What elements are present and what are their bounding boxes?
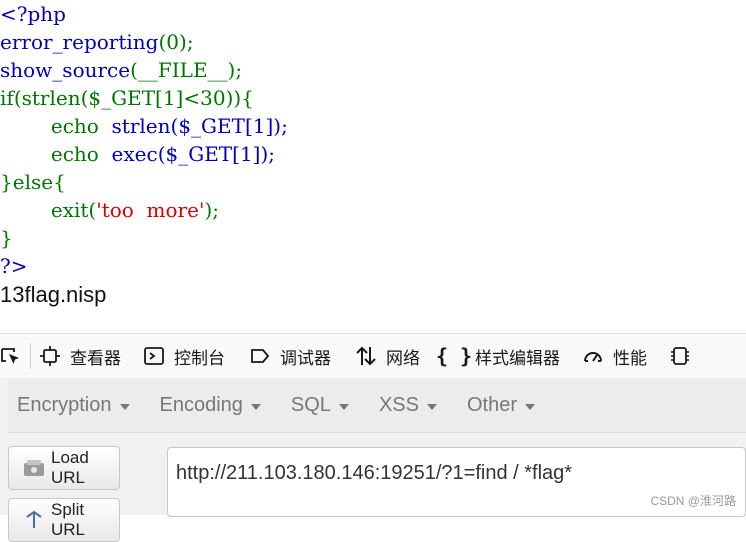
menu-encryption[interactable]: Encryption — [8, 394, 139, 417]
tab-network[interactable]: 网络 — [355, 334, 420, 378]
split-url-button[interactable]: Split URL — [8, 498, 120, 542]
code-line: error_reporting(0); — [0, 30, 194, 54]
tab-performance[interactable]: 性能 — [582, 334, 647, 378]
memory-icon — [669, 345, 691, 367]
php-source-code: <?php error_reporting(0); show_source(__… — [0, 0, 746, 280]
tab-label: 样式编辑器 — [475, 348, 560, 369]
split-url-label: Split URL — [51, 500, 86, 539]
load-url-icon — [23, 458, 45, 478]
hackbar-panel: Encryption Encoding SQL XSS Other Load U… — [0, 378, 746, 542]
toolbar-divider — [30, 343, 31, 369]
menu-encoding[interactable]: Encoding — [151, 394, 270, 417]
caret-down-icon — [338, 403, 349, 410]
code-line: show_source(__FILE__); — [0, 58, 243, 82]
code-line: } — [0, 226, 13, 250]
tab-label: 调试器 — [280, 348, 331, 369]
tab-label: 控制台 — [174, 348, 225, 369]
code-line: if(strlen($_GET[1]<30)){ — [0, 86, 254, 110]
style-editor-icon: { } — [435, 344, 473, 368]
code-line: <?php — [0, 2, 66, 26]
tab-label: 性能 — [613, 348, 647, 369]
code-line: echo strlen($_GET[1]); — [50, 114, 288, 138]
inspector-icon — [39, 345, 61, 367]
hackbar-menubar: Encryption Encoding SQL XSS Other — [8, 378, 746, 433]
caret-down-icon — [119, 403, 130, 410]
tab-memory[interactable] — [669, 334, 700, 378]
menu-xss[interactable]: XSS — [370, 394, 446, 417]
menu-sql[interactable]: SQL — [282, 394, 358, 417]
tab-debugger[interactable]: 调试器 — [249, 334, 331, 378]
tab-console[interactable]: 控制台 — [143, 334, 225, 378]
debugger-icon — [249, 345, 271, 367]
tab-label: 网络 — [386, 348, 420, 369]
element-picker-icon — [0, 345, 22, 367]
tab-style-editor[interactable]: { } 样式编辑器 — [435, 334, 560, 378]
devtools-toolbar: 查看器 控制台 调试器 网络 { } 样式编辑器 性能 — [0, 333, 746, 379]
code-line: exit('too more'); — [50, 198, 219, 222]
console-icon — [143, 345, 165, 367]
load-url-label: Load URL — [51, 448, 89, 487]
tab-inspector[interactable]: 查看器 — [39, 334, 121, 378]
network-icon — [355, 345, 377, 367]
caret-down-icon — [426, 403, 437, 410]
code-line: ?> — [0, 254, 28, 278]
code-line: echo exec($_GET[1]); — [50, 142, 276, 166]
tab-label: 查看器 — [70, 348, 121, 369]
command-output: 13flag.nisp — [0, 282, 107, 307]
menu-other[interactable]: Other — [458, 394, 544, 417]
performance-icon — [582, 345, 604, 367]
caret-down-icon — [525, 403, 535, 410]
split-url-icon — [23, 510, 45, 530]
caret-down-icon — [250, 403, 261, 410]
element-picker-button[interactable] — [0, 334, 22, 378]
code-line: }else{ — [0, 170, 66, 194]
load-url-button[interactable]: Load URL — [8, 446, 120, 490]
watermark: CSDN @淮河路 — [650, 494, 736, 508]
